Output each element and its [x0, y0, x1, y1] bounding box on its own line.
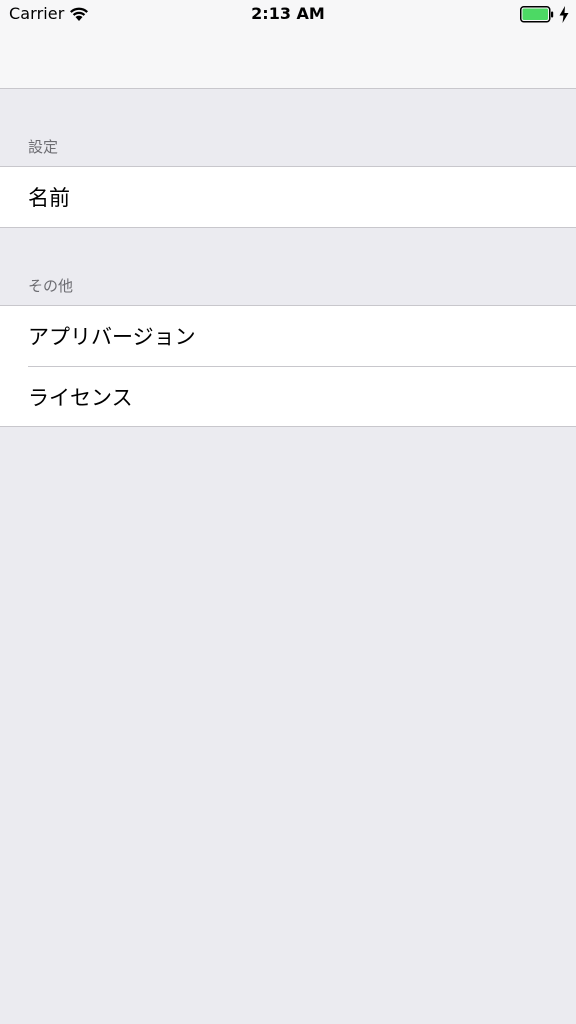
- name-cell-label: 名前: [28, 186, 70, 210]
- charging-bolt-icon: [559, 6, 569, 23]
- app-version-cell-label: アプリバージョン: [28, 325, 196, 349]
- license-cell[interactable]: ライセンス: [28, 366, 576, 426]
- status-time: 2:13 AM: [251, 4, 325, 23]
- status-bar: Carrier 2:13 AM: [0, 0, 576, 30]
- name-cell[interactable]: 名前: [0, 167, 576, 227]
- section-header-other: その他: [28, 277, 74, 295]
- settings-group: 名前: [0, 166, 576, 228]
- section-header-settings: 設定: [28, 138, 59, 156]
- license-cell-label: ライセンス: [28, 385, 133, 410]
- other-group: アプリバージョン ライセンス: [0, 305, 576, 427]
- app-version-cell[interactable]: アプリバージョン: [0, 306, 576, 366]
- battery-charging-icon: [520, 6, 554, 23]
- navigation-bar: [0, 30, 576, 89]
